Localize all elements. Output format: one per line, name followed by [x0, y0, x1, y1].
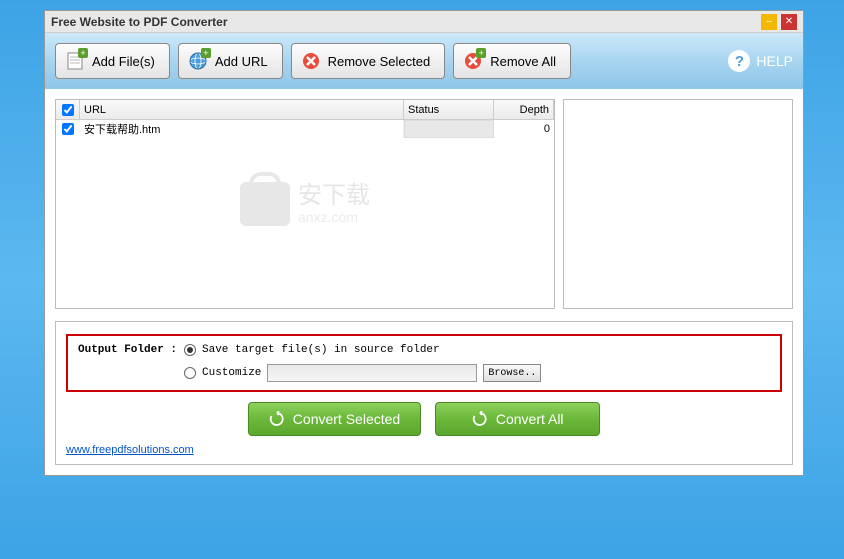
close-button[interactable]: ✕: [781, 14, 797, 30]
column-depth[interactable]: Depth: [494, 100, 554, 119]
radio-customize-label: Customize: [202, 367, 261, 379]
file-table: URL Status Depth 安下载帮助.htm 0 安下载: [55, 99, 555, 309]
custom-path-input[interactable]: [267, 364, 477, 382]
window-title: Free Website to PDF Converter: [51, 15, 227, 29]
content-area: URL Status Depth 安下载帮助.htm 0 安下载: [45, 89, 803, 475]
remove-selected-button[interactable]: Remove Selected: [291, 43, 446, 79]
add-url-button[interactable]: + Add URL: [178, 43, 283, 79]
radio-source-label: Save target file(s) in source folder: [202, 344, 440, 356]
help-icon: ?: [728, 50, 750, 72]
remove-selected-label: Remove Selected: [328, 54, 431, 69]
remove-all-button[interactable]: + Remove All: [453, 43, 571, 79]
convert-all-button[interactable]: Convert All: [435, 402, 600, 436]
convert-all-label: Convert All: [496, 411, 564, 427]
convert-selected-label: Convert Selected: [293, 411, 400, 427]
file-icon: +: [64, 50, 86, 72]
column-url[interactable]: URL: [80, 100, 404, 119]
remove-all-icon: +: [462, 50, 484, 72]
watermark: 安下载 anxz.com: [240, 182, 370, 226]
toolbar: + Add File(s) + Add URL Remove Selected …: [45, 33, 803, 89]
select-all-checkbox[interactable]: [62, 104, 74, 116]
application-window: Free Website to PDF Converter – ✕ + Add …: [44, 10, 804, 476]
refresh-icon: [472, 411, 488, 427]
titlebar: Free Website to PDF Converter – ✕: [45, 11, 803, 33]
minimize-button[interactable]: –: [761, 14, 777, 30]
row-status: [404, 120, 494, 138]
add-url-label: Add URL: [215, 54, 268, 69]
row-url: 安下载帮助.htm: [80, 120, 404, 138]
table-row[interactable]: 安下载帮助.htm 0: [56, 120, 554, 138]
refresh-icon: [269, 411, 285, 427]
convert-selected-button[interactable]: Convert Selected: [248, 402, 421, 436]
remove-all-label: Remove All: [490, 54, 556, 69]
column-status[interactable]: Status: [404, 100, 494, 119]
help-label: HELP: [756, 53, 793, 69]
browse-button[interactable]: Browse..: [483, 364, 541, 382]
radio-source-folder[interactable]: [184, 344, 196, 356]
help-button[interactable]: ? HELP: [728, 50, 793, 72]
row-checkbox[interactable]: [62, 123, 74, 135]
radio-customize[interactable]: [184, 367, 196, 379]
globe-icon: +: [187, 50, 209, 72]
footer-link[interactable]: www.freepdfsolutions.com: [66, 444, 194, 456]
bottom-panel: Output Folder : Save target file(s) in s…: [55, 321, 793, 465]
row-depth: 0: [494, 120, 554, 138]
preview-panel: [563, 99, 793, 309]
add-files-button[interactable]: + Add File(s): [55, 43, 170, 79]
output-folder-section: Output Folder : Save target file(s) in s…: [66, 334, 782, 392]
output-folder-label: Output Folder :: [78, 344, 178, 356]
remove-icon: [300, 50, 322, 72]
add-files-label: Add File(s): [92, 54, 155, 69]
